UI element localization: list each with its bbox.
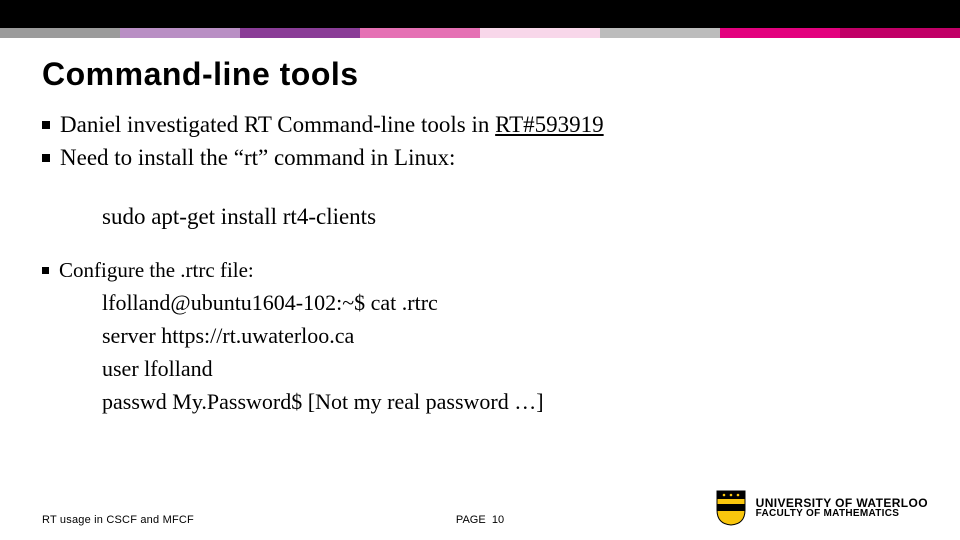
stripe	[360, 28, 480, 38]
code-line: user lfolland	[102, 352, 960, 385]
stripe	[120, 28, 240, 38]
bullet-item: Need to install the “rt” command in Linu…	[42, 144, 960, 173]
bullet-text: Configure the .rtrc file:	[59, 257, 254, 283]
uw-line-2: FACULTY OF MATHEMATICS	[756, 509, 928, 519]
bullet-icon	[42, 154, 50, 162]
bullet-text: Need to install the “rt” command in Linu…	[60, 144, 455, 173]
uw-wordmark: UNIVERSITY OF WATERLOO FACULTY OF MATHEM…	[756, 497, 928, 519]
slide-title: Command-line tools	[0, 38, 960, 111]
page-number: 10	[492, 514, 504, 526]
stripe	[480, 28, 600, 38]
bullet-item: Configure the .rtrc file:	[42, 257, 960, 283]
page-label: PAGE	[456, 514, 486, 526]
bullet-text: Daniel investigated RT Command-line tool…	[60, 111, 604, 140]
text: Daniel investigated RT Command-line tool…	[60, 112, 495, 137]
stripe	[240, 28, 360, 38]
top-black-bar	[0, 0, 960, 28]
bullet-item: Daniel investigated RT Command-line tool…	[42, 111, 960, 140]
stripe	[720, 28, 840, 38]
top-color-stripes	[0, 28, 960, 38]
code-line: server https://rt.uwaterloo.ca	[102, 319, 960, 352]
footer-page: PAGE 10	[456, 514, 504, 526]
footer-left-text: RT usage in CSCF and MFCF	[42, 514, 194, 526]
command-line: sudo apt-get install rt4-clients	[102, 203, 960, 232]
stripe	[600, 28, 720, 38]
uw-crest-icon	[716, 490, 746, 526]
rt-link[interactable]: RT#593919	[495, 112, 604, 137]
bullet-icon	[42, 121, 50, 129]
footer: RT usage in CSCF and MFCF PAGE 10 UNIVER…	[0, 484, 960, 540]
stripe	[840, 28, 960, 38]
bullet-icon	[42, 267, 49, 274]
code-line: passwd My.Password$ [Not my real passwor…	[102, 385, 960, 418]
sub-block: Configure the .rtrc file: lfolland@ubunt…	[42, 257, 960, 417]
code-line: lfolland@ubuntu1604-102:~$ cat .rtrc	[102, 286, 960, 319]
slide: Command-line tools Daniel investigated R…	[0, 0, 960, 540]
content-block: Daniel investigated RT Command-line tool…	[0, 111, 960, 418]
footer-right: UNIVERSITY OF WATERLOO FACULTY OF MATHEM…	[716, 490, 928, 526]
stripe	[0, 28, 120, 38]
